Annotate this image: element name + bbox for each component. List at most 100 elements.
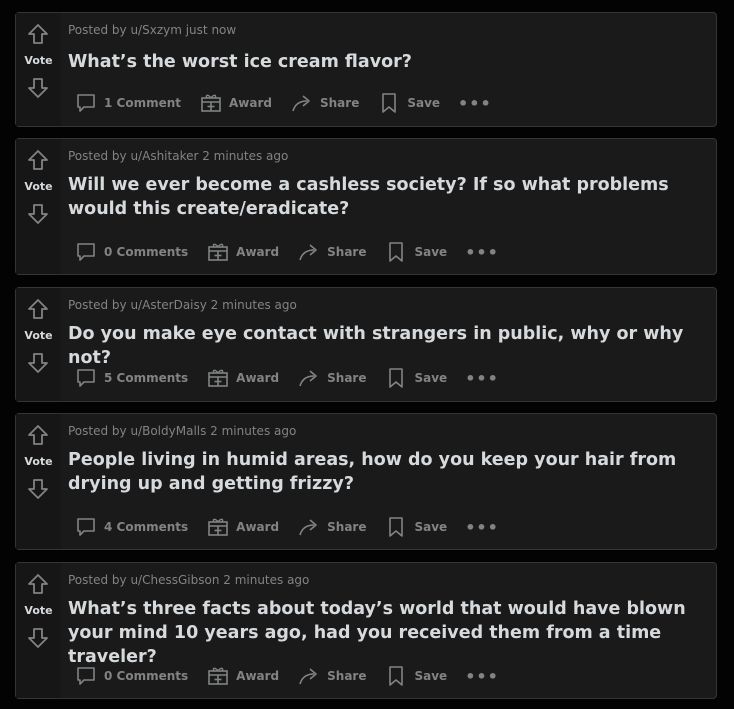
save-button[interactable]: Save — [384, 664, 447, 688]
downvote-icon[interactable] — [27, 77, 49, 99]
award-button[interactable]: Award — [206, 240, 279, 264]
award-button[interactable]: Award — [206, 515, 279, 539]
post-title[interactable]: What’s three facts about today’s world t… — [68, 597, 713, 669]
post-meta: Posted by u/Sxzym just now — [68, 23, 237, 37]
post-meta: Posted by u/ChessGibson 2 minutes ago — [68, 573, 310, 587]
save-button[interactable]: Save — [384, 515, 447, 539]
post-card[interactable]: Vote Posted by u/Sxzym just now What’s t… — [15, 12, 717, 127]
save-button[interactable]: Save — [384, 240, 447, 264]
post-meta: Posted by u/AsterDaisy 2 minutes ago — [68, 298, 297, 312]
share-label: Share — [327, 245, 367, 259]
post-title[interactable]: Do you make eye contact with strangers i… — [68, 322, 713, 370]
comments-button[interactable]: 0 Comments — [74, 664, 188, 688]
award-label: Award — [229, 96, 272, 110]
award-icon — [199, 91, 223, 115]
share-icon — [297, 366, 321, 390]
downvote-icon[interactable] — [27, 352, 49, 374]
vote-column: Vote — [16, 13, 61, 126]
vote-count: Vote — [24, 455, 53, 468]
post-actions: 1 Comment Award Share Save ••• — [74, 91, 492, 115]
award-icon — [206, 366, 230, 390]
post-actions: 5 Comments Award Share Save ••• — [74, 366, 499, 390]
upvote-icon[interactable] — [27, 298, 49, 320]
award-label: Award — [236, 371, 280, 385]
award-label: Award — [236, 520, 280, 534]
post-feed: Vote Posted by u/Sxzym just now What’s t… — [0, 0, 734, 709]
vote-column: Vote — [16, 414, 61, 549]
share-button[interactable]: Share — [297, 366, 366, 390]
award-button[interactable]: Award — [199, 91, 272, 115]
share-button[interactable]: Share — [290, 91, 359, 115]
save-label: Save — [414, 520, 448, 534]
share-button[interactable]: Share — [297, 515, 366, 539]
post-meta: Posted by u/BoldyMalls 2 minutes ago — [68, 424, 297, 438]
save-label: Save — [414, 669, 448, 683]
share-button[interactable]: Share — [297, 664, 366, 688]
more-options-button[interactable]: ••• — [458, 94, 492, 113]
downvote-icon[interactable] — [27, 478, 49, 500]
comment-icon — [74, 366, 98, 390]
post-card[interactable]: Vote Posted by u/Ashitaker 2 minutes ago… — [15, 138, 717, 275]
share-icon — [297, 664, 321, 688]
award-label: Award — [236, 245, 280, 259]
post-actions: 0 Comments Award Share Save ••• — [74, 240, 499, 264]
comments-label: 0 Comments — [104, 245, 189, 259]
comment-icon — [74, 515, 98, 539]
bookmark-icon — [384, 240, 408, 264]
vote-column: Vote — [16, 563, 61, 698]
more-options-button[interactable]: ••• — [465, 518, 499, 537]
more-options-button[interactable]: ••• — [465, 243, 499, 262]
upvote-icon[interactable] — [27, 23, 49, 45]
comments-button[interactable]: 4 Comments — [74, 515, 188, 539]
post-title[interactable]: People living in humid areas, how do you… — [68, 448, 713, 496]
comments-button[interactable]: 0 Comments — [74, 240, 188, 264]
share-button[interactable]: Share — [297, 240, 366, 264]
comments-button[interactable]: 5 Comments — [74, 366, 188, 390]
downvote-icon[interactable] — [27, 203, 49, 225]
post-actions: 0 Comments Award Share Save ••• — [74, 664, 499, 688]
vote-count: Vote — [24, 180, 53, 193]
more-options-button[interactable]: ••• — [465, 369, 499, 388]
post-title[interactable]: Will we ever become a cashless society? … — [68, 173, 713, 221]
comment-icon — [74, 664, 98, 688]
vote-column: Vote — [16, 139, 61, 274]
share-label: Share — [327, 371, 367, 385]
vote-count: Vote — [24, 54, 53, 67]
vote-column: Vote — [16, 288, 61, 401]
award-icon — [206, 664, 230, 688]
share-icon — [297, 240, 321, 264]
post-title[interactable]: What’s the worst ice cream flavor? — [68, 50, 713, 74]
downvote-icon[interactable] — [27, 627, 49, 649]
share-icon — [297, 515, 321, 539]
upvote-icon[interactable] — [27, 573, 49, 595]
upvote-icon[interactable] — [27, 424, 49, 446]
save-button[interactable]: Save — [377, 91, 440, 115]
post-card[interactable]: Vote Posted by u/ChessGibson 2 minutes a… — [15, 562, 717, 699]
bookmark-icon — [377, 91, 401, 115]
comments-label: 5 Comments — [104, 371, 189, 385]
comment-icon — [74, 240, 98, 264]
share-icon — [290, 91, 314, 115]
save-label: Save — [414, 245, 448, 259]
more-options-button[interactable]: ••• — [465, 667, 499, 686]
post-card[interactable]: Vote Posted by u/BoldyMalls 2 minutes ag… — [15, 413, 717, 550]
share-label: Share — [320, 96, 360, 110]
post-actions: 4 Comments Award Share Save ••• — [74, 515, 499, 539]
bookmark-icon — [384, 515, 408, 539]
award-button[interactable]: Award — [206, 664, 279, 688]
save-label: Save — [407, 96, 441, 110]
award-icon — [206, 240, 230, 264]
upvote-icon[interactable] — [27, 149, 49, 171]
share-label: Share — [327, 520, 367, 534]
vote-count: Vote — [24, 604, 53, 617]
save-label: Save — [414, 371, 448, 385]
award-button[interactable]: Award — [206, 366, 279, 390]
comments-label: 1 Comment — [104, 96, 182, 110]
share-label: Share — [327, 669, 367, 683]
comments-button[interactable]: 1 Comment — [74, 91, 181, 115]
comment-icon — [74, 91, 98, 115]
post-card[interactable]: Vote Posted by u/AsterDaisy 2 minutes ag… — [15, 287, 717, 402]
save-button[interactable]: Save — [384, 366, 447, 390]
award-icon — [206, 515, 230, 539]
bookmark-icon — [384, 664, 408, 688]
